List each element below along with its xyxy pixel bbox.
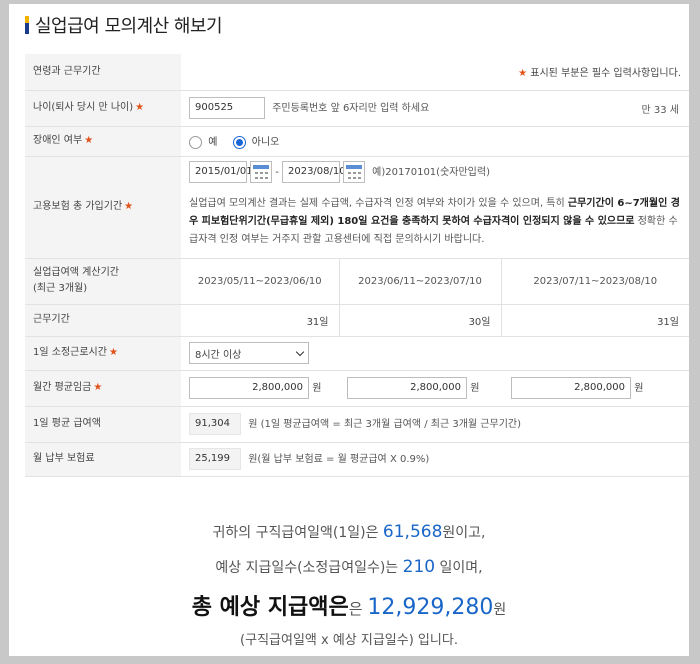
disability-label: 장애인 여부★ — [25, 126, 181, 156]
wage-input-3[interactable]: 2,800,000 — [511, 377, 631, 399]
wage-label-text: 월간 평균임금 — [33, 382, 91, 393]
date-range-dash: - — [275, 167, 279, 178]
calculator-form: 연령과 근무기간 ★ 표시된 부분은 필수 입력사항입니다. 나이(퇴사 당시 … — [25, 54, 689, 477]
premium-label: 월 납부 보험료 — [25, 442, 181, 476]
work-days-label: 근무기간 — [25, 304, 181, 336]
summary-text: 은 — [349, 600, 368, 618]
disability-no-label[interactable]: 아니오 — [252, 137, 280, 148]
summary-text: 귀하의 구직급여일액(1일)은 — [213, 525, 383, 541]
date-example-hint: 예)20170101(숫자만입력) — [372, 167, 490, 178]
form-header-row: 연령과 근무기간 ★ 표시된 부분은 필수 입력사항입니다. — [25, 54, 689, 90]
daily-wage-value: 91,304 — [189, 413, 241, 435]
date-range: 2015/01/01 - 2023/08/10 예)20170101(숫자만입력… — [189, 161, 681, 183]
required-star: ★ — [109, 347, 118, 358]
start-date-input[interactable]: 2015/01/01 — [189, 161, 247, 183]
premium-value: 25,199 — [189, 448, 241, 470]
required-star: ★ — [84, 135, 93, 146]
end-date-input[interactable]: 2023/08/10 — [282, 161, 340, 183]
work-days-2: 30일 — [339, 304, 501, 336]
insurance-label-text: 고용보험 총 가입기간 — [33, 201, 122, 212]
work-days-3: 31일 — [501, 304, 689, 336]
calc-period-label-line2: (최근 3개월) — [33, 281, 181, 297]
chevron-down-icon — [296, 347, 304, 355]
daily-benefit-amount: 61,568 — [383, 522, 442, 542]
calc-period-label-line1: 실업급여액 계산기간 — [33, 265, 181, 281]
work-hours-cell: 8시간 이상 — [181, 336, 689, 370]
wage-input-2[interactable]: 2,800,000 — [347, 377, 467, 399]
premium-formula: 원(월 납부 보험료 = 월 평균급여 X 0.9%) — [248, 454, 429, 465]
summary-text: 원이고, — [442, 525, 485, 541]
period-3: 2023/07/11~2023/08/10 — [501, 258, 689, 304]
disability-yes-label[interactable]: 예 — [208, 137, 217, 148]
insurance-label: 고용보험 총 가입기간★ — [25, 156, 181, 258]
age-label: 나이(퇴사 당시 만 나이)★ — [25, 90, 181, 126]
eligibility-note-text: 실업급여 모의계산 결과는 실제 수급액, 수급자격 인정 여부와 차이가 있을… — [189, 198, 568, 209]
daily-wage-cell: 91,304 원 (1일 평균급여액 = 최근 3개월 급여액 / 최근 3개월… — [181, 406, 689, 442]
disability-no-radio[interactable] — [233, 136, 246, 149]
work-hours-label: 1일 소정근로시간★ — [25, 336, 181, 370]
summary-text: 일이며, — [435, 560, 483, 576]
wage-cell-1: 2,800,000 원 — [181, 370, 339, 406]
age-row: 나이(퇴사 당시 만 나이)★ 900525 주민등록번호 앞 6자리만 입력 … — [25, 90, 689, 126]
title-accent-bar — [25, 16, 29, 34]
birthdate-hint: 주민등록번호 앞 6자리만 입력 하세요 — [272, 103, 429, 114]
calendar-icon[interactable] — [250, 161, 272, 183]
wage-row: 월간 평균임금★ 2,800,000 원 2,800,000 원 2,800,0… — [25, 370, 689, 406]
work-hours-select[interactable]: 8시간 이상 — [189, 342, 309, 364]
work-hours-row: 1일 소정근로시간★ 8시간 이상 — [25, 336, 689, 370]
required-note-text: 표시된 부분은 필수 입력사항입니다. — [530, 68, 681, 79]
calc-period-label: 실업급여액 계산기간 (최근 3개월) — [25, 258, 181, 304]
required-star: ★ — [93, 382, 102, 393]
required-star: ★ — [124, 201, 133, 212]
period-2: 2023/06/11~2023/07/10 — [339, 258, 501, 304]
section-label: 연령과 근무기간 — [25, 54, 181, 90]
total-benefit-amount: 12,929,280 — [367, 595, 493, 620]
summary-daily-amount: 귀하의 구직급여일액(1일)은 61,568원이고, — [9, 522, 689, 542]
insurance-period-cell: 2015/01/01 - 2023/08/10 예)20170101(숫자만입력… — [181, 156, 689, 258]
birthdate-input[interactable]: 900525 — [189, 97, 265, 119]
work-days-row: 근무기간 31일 30일 31일 — [25, 304, 689, 336]
work-days-1: 31일 — [181, 304, 339, 336]
summary-text: 원 — [493, 602, 506, 618]
calc-period-row: 실업급여액 계산기간 (최근 3개월) 2023/05/11~2023/06/1… — [25, 258, 689, 304]
wage-unit: 원 — [470, 383, 479, 394]
benefit-days: 210 — [403, 557, 435, 577]
age-result: 만 33 세 — [501, 90, 689, 126]
disability-options: 예 아니오 — [181, 126, 689, 156]
work-hours-selected: 8시간 이상 — [195, 346, 241, 361]
required-star: ★ — [135, 102, 144, 113]
age-input-cell: 900525 주민등록번호 앞 6자리만 입력 하세요 — [181, 90, 501, 126]
calendar-icon[interactable] — [343, 161, 365, 183]
summary-days: 예상 지급일수(소정급여일수)는 210 일이며, — [9, 557, 689, 577]
total-heading: 총 예상 지급액은 — [192, 595, 349, 620]
work-hours-label-text: 1일 소정근로시간 — [33, 347, 107, 358]
premium-cell: 25,199 원(월 납부 보험료 = 월 평균급여 X 0.9%) — [181, 442, 689, 476]
disability-label-text: 장애인 여부 — [33, 135, 82, 146]
disability-yes-radio[interactable] — [189, 136, 202, 149]
required-star: ★ — [518, 68, 527, 79]
daily-wage-row: 1일 평균 급여액 91,304 원 (1일 평균급여액 = 최근 3개월 급여… — [25, 406, 689, 442]
insurance-period-row: 고용보험 총 가입기간★ 2015/01/01 - 2023/08/10 예)2… — [25, 156, 689, 258]
page-title-text: 실업급여 모의계산 해보기 — [35, 12, 222, 38]
daily-wage-label: 1일 평균 급여액 — [25, 406, 181, 442]
required-note: ★ 표시된 부분은 필수 입력사항입니다. — [181, 54, 689, 90]
premium-row: 월 납부 보험료 25,199 원(월 납부 보험료 = 월 평균급여 X 0.… — [25, 442, 689, 476]
disability-row: 장애인 여부★ 예 아니오 — [25, 126, 689, 156]
summary-text: 예상 지급일수(소정급여일수)는 — [215, 560, 402, 576]
period-1: 2023/05/11~2023/06/10 — [181, 258, 339, 304]
summary-formula: (구직급여일액 x 예상 지급일수) 입니다. — [9, 629, 689, 648]
wage-unit: 원 — [312, 383, 321, 394]
summary-total: 총 예상 지급액은은 12,929,280원 — [9, 589, 689, 621]
wage-input-1[interactable]: 2,800,000 — [189, 377, 309, 399]
age-label-text: 나이(퇴사 당시 만 나이) — [33, 102, 133, 113]
calculator-page: 실업급여 모의계산 해보기 연령과 근무기간 ★ 표시된 부분은 필수 입력사항… — [9, 4, 689, 656]
wage-label: 월간 평균임금★ — [25, 370, 181, 406]
eligibility-note: 실업급여 모의계산 결과는 실제 수급액, 수급자격 인정 여부와 차이가 있을… — [189, 191, 681, 249]
page-title: 실업급여 모의계산 해보기 — [25, 12, 222, 38]
wage-unit: 원 — [634, 383, 643, 394]
wage-cell-2: 2,800,000 원 — [339, 370, 501, 406]
wage-cell-3: 2,800,000 원 — [501, 370, 689, 406]
daily-wage-formula: 원 (1일 평균급여액 = 최근 3개월 급여액 / 최근 3개월 근무기간) — [248, 419, 521, 430]
